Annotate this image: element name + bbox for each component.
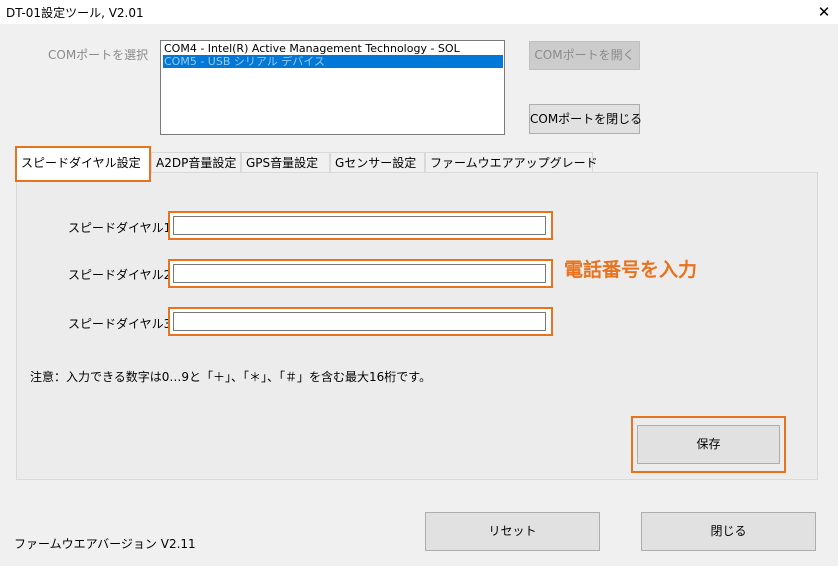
input-note: 注意：入力できる数字は0…9と「＋」、「＊」、「＃」を含む最大16桁です。 xyxy=(30,370,432,384)
tab-speed-dial[interactable]: スピードダイヤル設定 xyxy=(15,146,151,182)
tab-gps-volume[interactable]: GPS音量設定 xyxy=(241,152,330,172)
speed-dial-2-highlight xyxy=(168,259,553,288)
speed-dial-1-highlight xyxy=(168,211,553,240)
tab-a2dp-volume[interactable]: A2DP音量設定 xyxy=(151,152,241,172)
speed-dial-3-highlight xyxy=(168,307,553,336)
com-port-item[interactable]: COM4 - Intel(R) Active Management Techno… xyxy=(163,42,460,55)
close-com-port-button[interactable]: COMポートを閉じる xyxy=(529,104,642,134)
reset-button[interactable]: リセット xyxy=(425,512,600,551)
speed-dial-1-input[interactable] xyxy=(173,216,546,235)
close-icon[interactable]: ✕ xyxy=(810,0,838,24)
tab-g-sensor[interactable]: Gセンサー設定 xyxy=(330,152,425,172)
phone-number-annotation: 電話番号を入力 xyxy=(564,259,698,281)
save-button[interactable]: 保存 xyxy=(637,425,780,464)
com-port-list[interactable]: COM4 - Intel(R) Active Management Techno… xyxy=(160,40,505,135)
speed-dial-3-label: スピードダイヤル3 xyxy=(68,317,172,331)
speed-dial-2-label: スピードダイヤル2 xyxy=(68,268,172,282)
close-button[interactable]: 閉じる xyxy=(641,512,816,551)
com-port-label: COMポートを選択 xyxy=(48,48,149,62)
open-com-port-button[interactable]: COMポートを開く xyxy=(529,41,640,70)
speed-dial-3-input[interactable] xyxy=(173,312,546,331)
speed-dial-2-input[interactable] xyxy=(173,264,546,283)
window-title: DT-01設定ツール, V2.01 xyxy=(6,6,144,20)
com-port-item-selected[interactable]: COM5 - USB シリアル デバイス xyxy=(163,55,503,68)
speed-dial-1-label: スピードダイヤル1 xyxy=(68,221,172,235)
tab-firmware-upgrade[interactable]: ファームウエアアップグレード xyxy=(425,152,598,172)
firmware-version: ファームウエアバージョン V2.11 xyxy=(14,537,196,551)
